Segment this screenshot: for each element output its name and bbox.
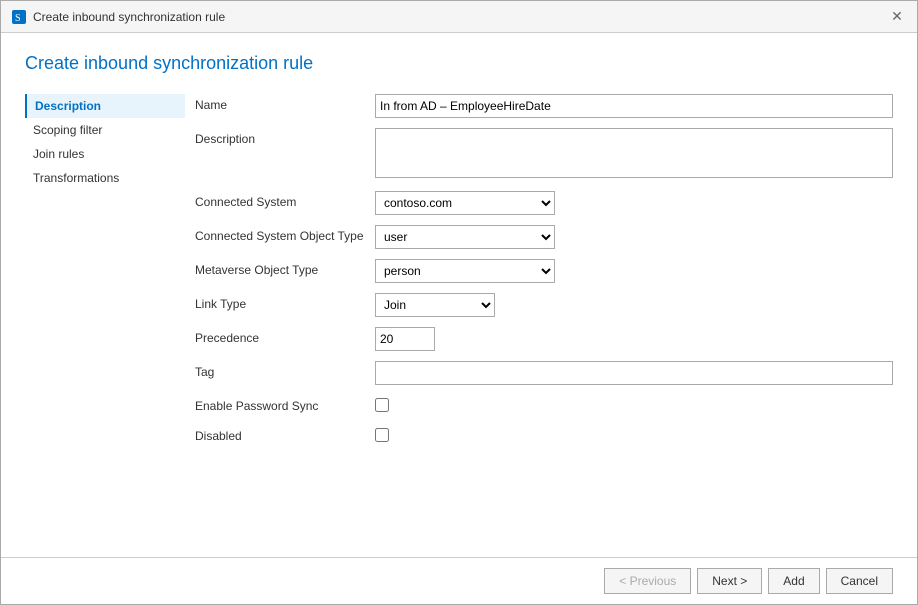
sidebar-item-description[interactable]: Description [25,94,185,118]
name-label: Name [195,94,375,112]
mv-object-type-select[interactable]: person [375,259,555,283]
connected-system-row: Connected System contoso.com [195,191,893,215]
close-button[interactable]: ✕ [887,7,907,27]
precedence-input[interactable] [375,327,435,351]
connected-system-label: Connected System [195,191,375,209]
name-input[interactable] [375,94,893,118]
enable-password-sync-control [375,395,893,415]
precedence-row: Precedence [195,327,893,351]
connected-system-select[interactable]: contoso.com [375,191,555,215]
tag-row: Tag [195,361,893,385]
name-row: Name [195,94,893,118]
enable-password-sync-label: Enable Password Sync [195,395,375,413]
sidebar-item-join-rules[interactable]: Join rules [25,142,185,166]
footer: < Previous Next > Add Cancel [1,557,917,604]
tag-control [375,361,893,385]
description-row: Description [195,128,893,181]
mv-object-type-control: person [375,259,893,283]
disabled-checkbox[interactable] [375,428,389,442]
mv-object-type-row: Metaverse Object Type person [195,259,893,283]
link-type-row: Link Type Join [195,293,893,317]
precedence-control [375,327,893,351]
title-bar-text: Create inbound synchronization rule [33,10,887,24]
description-label: Description [195,128,375,146]
cs-object-type-control: user [375,225,893,249]
link-type-control: Join [375,293,893,317]
disabled-control [375,425,893,445]
form-area: Name Description Connected System [185,94,893,557]
sidebar: Description Scoping filter Join rules Tr… [25,94,185,557]
description-control [375,128,893,181]
enable-password-sync-checkbox[interactable] [375,398,389,412]
sidebar-item-transformations[interactable]: Transformations [25,166,185,190]
cancel-button[interactable]: Cancel [826,568,893,594]
tag-input[interactable] [375,361,893,385]
enable-password-sync-row: Enable Password Sync [195,395,893,415]
content-area: Create inbound synchronization rule Desc… [1,33,917,557]
name-control [375,94,893,118]
page-title: Create inbound synchronization rule [25,53,893,74]
description-input[interactable] [375,128,893,178]
cs-object-type-label: Connected System Object Type [195,225,375,243]
title-bar: S Create inbound synchronization rule ✕ [1,1,917,33]
disabled-label: Disabled [195,425,375,443]
svg-text:S: S [15,13,21,24]
link-type-select[interactable]: Join [375,293,495,317]
add-button[interactable]: Add [768,568,819,594]
tag-label: Tag [195,361,375,379]
mv-object-type-label: Metaverse Object Type [195,259,375,277]
previous-button[interactable]: < Previous [604,568,691,594]
disabled-row: Disabled [195,425,893,445]
app-icon: S [11,9,27,25]
dialog-window: S Create inbound synchronization rule ✕ … [0,0,918,605]
link-type-label: Link Type [195,293,375,311]
connected-system-control: contoso.com [375,191,893,215]
main-layout: Description Scoping filter Join rules Tr… [25,94,893,557]
cs-object-type-select[interactable]: user [375,225,555,249]
next-button[interactable]: Next > [697,568,762,594]
cs-object-type-row: Connected System Object Type user [195,225,893,249]
sidebar-item-scoping-filter[interactable]: Scoping filter [25,118,185,142]
precedence-label: Precedence [195,327,375,345]
